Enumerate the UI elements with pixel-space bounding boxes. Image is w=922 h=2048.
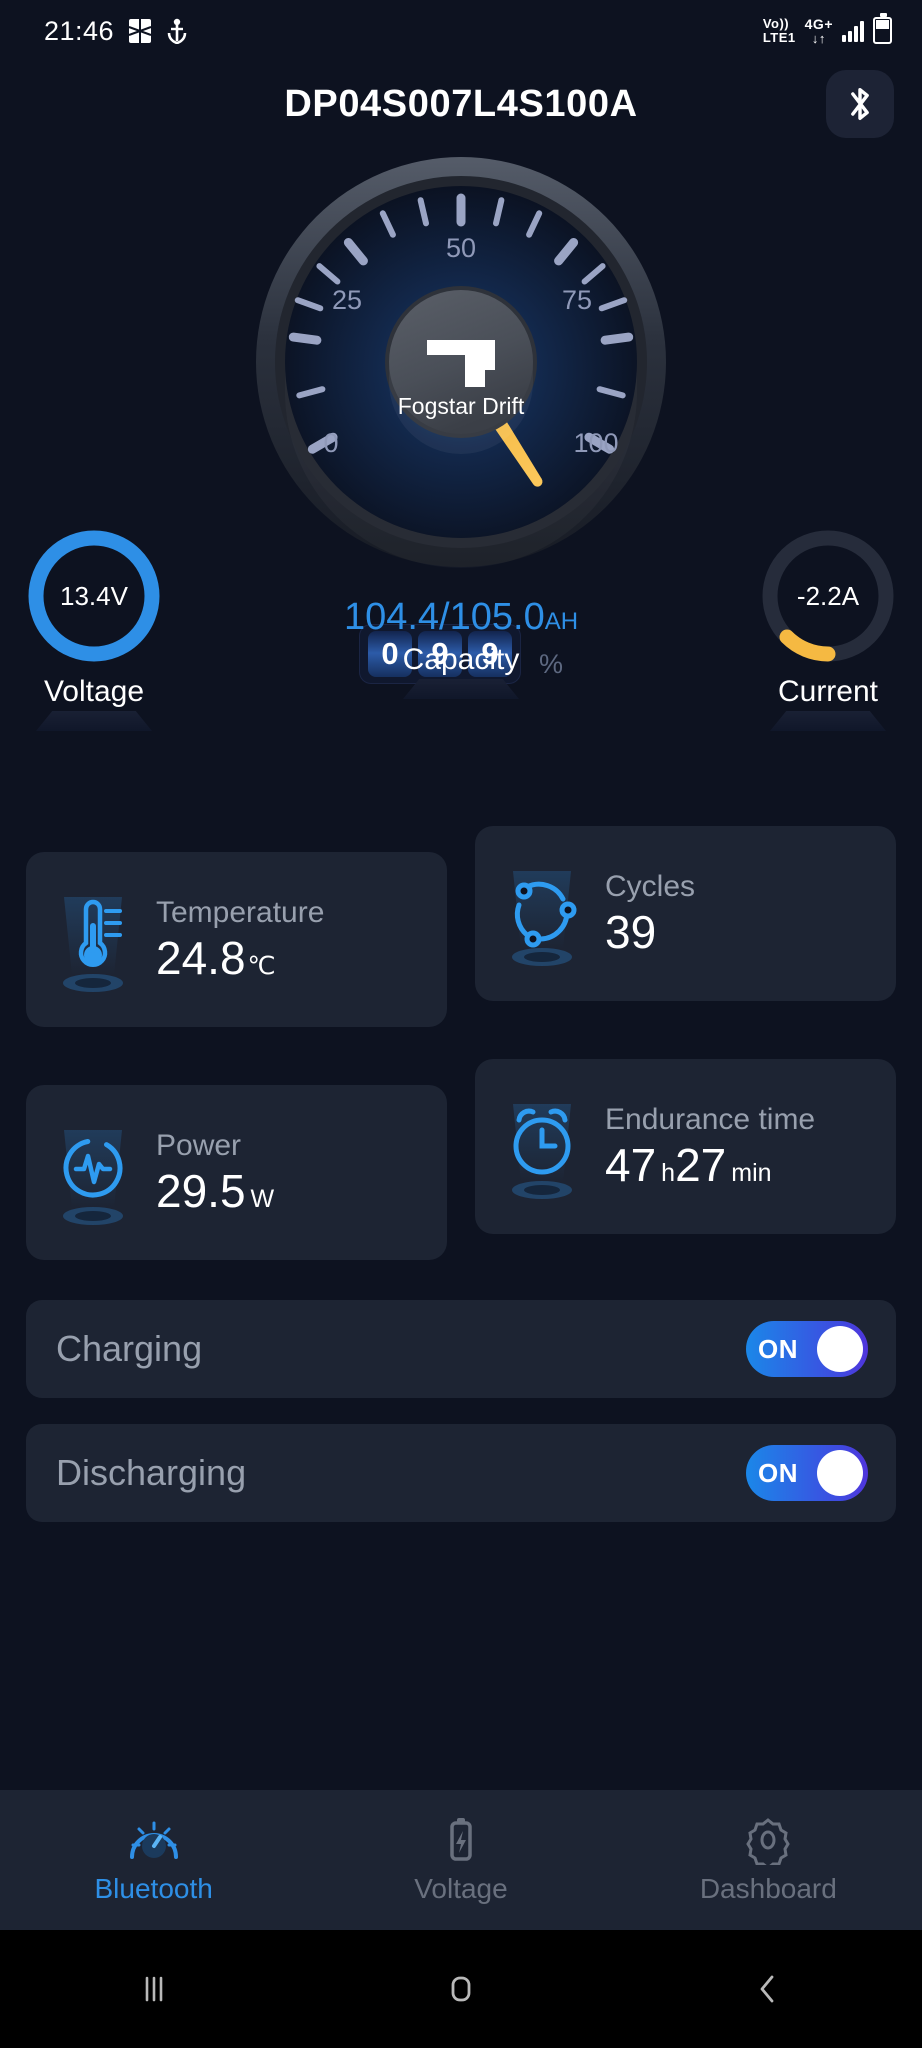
meters-row: 13.4V Voltage 104.4/105.0AH Capacity -2.… xyxy=(0,530,922,846)
back-button[interactable] xyxy=(615,1967,922,2011)
voltage-label: Voltage xyxy=(43,675,145,708)
nav-label-voltage: Voltage xyxy=(414,1873,508,1904)
current-pedestal xyxy=(770,711,886,731)
power-pulse-icon xyxy=(63,1129,123,1225)
card-unit-hours: h xyxy=(661,1159,676,1188)
card-text: Endurance time 47 h 27 min xyxy=(605,1103,815,1189)
capacity-label: Capacity xyxy=(402,643,520,676)
charging-toggle-knob[interactable] xyxy=(817,1326,863,1372)
voltage-ring: 13.4V xyxy=(28,530,160,662)
capacity-unit: AH xyxy=(544,608,579,635)
card-cycles[interactable]: Cycles 39 xyxy=(475,826,896,1001)
voltage-value: 13.4V xyxy=(60,581,129,611)
voltage-pedestal xyxy=(36,711,152,731)
card-label: Endurance time xyxy=(605,1103,816,1137)
gear-icon xyxy=(746,1818,791,1865)
nav-item-bluetooth[interactable]: Bluetooth xyxy=(0,1815,307,1905)
home-icon xyxy=(451,1976,471,2002)
bluetooth-icon xyxy=(851,88,869,120)
card-text: Cycles 39 xyxy=(605,870,695,956)
nav-label-dashboard: Dashboard xyxy=(699,1873,837,1904)
alarm-clock-icon xyxy=(512,1103,572,1199)
card-temperature[interactable]: Temperature 24.8 ℃ xyxy=(26,852,447,1027)
sim-card-icon xyxy=(128,19,152,43)
current-value: -2.2A xyxy=(797,581,860,611)
discharging-label: Discharging xyxy=(56,1452,247,1493)
status-bar-right: Vo)) LTE1 4G+ ↓↑ xyxy=(762,13,892,46)
card-label: Cycles xyxy=(605,870,696,904)
volte-indicator: Vo)) LTE1 xyxy=(762,16,796,45)
gauge-tick-100: 100 xyxy=(573,428,618,458)
card-text: Temperature 24.8 ℃ xyxy=(156,896,324,982)
toggles-section: Charging ON Discharging ON xyxy=(0,1300,922,1522)
card-unit-minutes: min xyxy=(731,1159,772,1188)
charging-row[interactable]: Charging ON xyxy=(26,1300,896,1398)
card-value: 29.5 xyxy=(156,1165,246,1218)
card-value-row: 24.8 ℃ xyxy=(156,932,324,985)
signal-bars-icon xyxy=(842,20,864,42)
recents-icon xyxy=(145,1976,162,2002)
charging-state: ON xyxy=(758,1333,798,1364)
current-ring: -2.2A xyxy=(762,530,894,662)
home-button[interactable] xyxy=(307,1967,614,2011)
capacity-value: 104.4/105.0 xyxy=(343,596,545,638)
battery-bolt-icon xyxy=(450,1818,472,1861)
card-label: Temperature xyxy=(156,896,325,930)
card-value-hours: 47 xyxy=(605,1139,657,1192)
bluetooth-button[interactable] xyxy=(826,70,894,138)
card-value-row: 29.5 W xyxy=(156,1165,275,1218)
card-endurance-time[interactable]: Endurance time 47 h 27 min xyxy=(475,1059,896,1234)
card-text: Power 29.5 W xyxy=(156,1129,274,1215)
charging-toggle[interactable]: ON xyxy=(746,1321,868,1377)
capacity-pedestal xyxy=(403,679,519,699)
card-label: Power xyxy=(156,1129,242,1163)
card-unit: W xyxy=(250,1185,275,1214)
card-value: 24.8 xyxy=(156,932,246,985)
cycles-icon xyxy=(512,870,577,966)
stats-grid: Temperature 24.8 ℃ Cycles 39 Power 29.5 … xyxy=(0,826,922,1260)
current-meter: -2.2A Current xyxy=(758,526,898,731)
recents-button[interactable] xyxy=(0,1967,307,2011)
card-value-row: 47 h 27 min xyxy=(605,1139,815,1192)
capacity-meter: 104.4/105.0AH Capacity xyxy=(344,596,578,699)
app-header: DP04S007L4S100A xyxy=(0,62,922,146)
network-indicator: 4G+ ↓↑ xyxy=(804,15,833,46)
nav-label-bluetooth: Bluetooth xyxy=(94,1873,213,1904)
gauge-tick-25: 25 xyxy=(332,285,362,315)
discharging-state: ON xyxy=(758,1457,798,1488)
card-value: 39 xyxy=(605,906,657,959)
gauge-tick-50: 50 xyxy=(446,233,476,263)
gauge-brand-label: Fogstar Drift xyxy=(398,393,525,419)
current-label: Current xyxy=(777,675,879,708)
bottom-navigation: Bluetooth Voltage Dashboard xyxy=(0,1790,922,1930)
android-navigation-bar xyxy=(0,1930,922,2048)
card-value-minutes: 27 xyxy=(675,1139,727,1192)
nav-item-dashboard[interactable]: Dashboard xyxy=(615,1815,922,1905)
gauge-tick-75: 75 xyxy=(562,285,592,315)
status-bar: 21:46 Vo)) LTE1 4G+ ↓↑ xyxy=(0,0,922,62)
discharging-toggle[interactable]: ON xyxy=(746,1445,868,1501)
page-title: DP04S007L4S100A xyxy=(284,82,638,125)
discharging-toggle-knob[interactable] xyxy=(817,1450,863,1496)
charging-label: Charging xyxy=(56,1328,203,1369)
back-icon xyxy=(760,1975,774,2003)
soc-gauge: 0 25 50 75 100 Fogstar Drift xyxy=(256,157,666,567)
card-value-row: 39 xyxy=(605,906,695,959)
voltage-meter: 13.4V Voltage xyxy=(24,526,164,731)
status-bar-left: 21:46 xyxy=(44,16,188,47)
nav-item-voltage[interactable]: Voltage xyxy=(307,1815,614,1905)
thermometer-icon xyxy=(63,896,123,992)
discharging-row[interactable]: Discharging ON xyxy=(26,1424,896,1522)
anchor-icon xyxy=(167,18,187,44)
speedometer-icon xyxy=(129,1821,178,1859)
gauge-tick-0: 0 xyxy=(323,428,338,458)
card-unit: ℃ xyxy=(247,952,276,981)
capacity-value-row: 104.4/105.0AH xyxy=(344,596,578,639)
battery-icon xyxy=(873,13,892,45)
card-power[interactable]: Power 29.5 W xyxy=(26,1085,447,1260)
status-time: 21:46 xyxy=(44,15,115,46)
